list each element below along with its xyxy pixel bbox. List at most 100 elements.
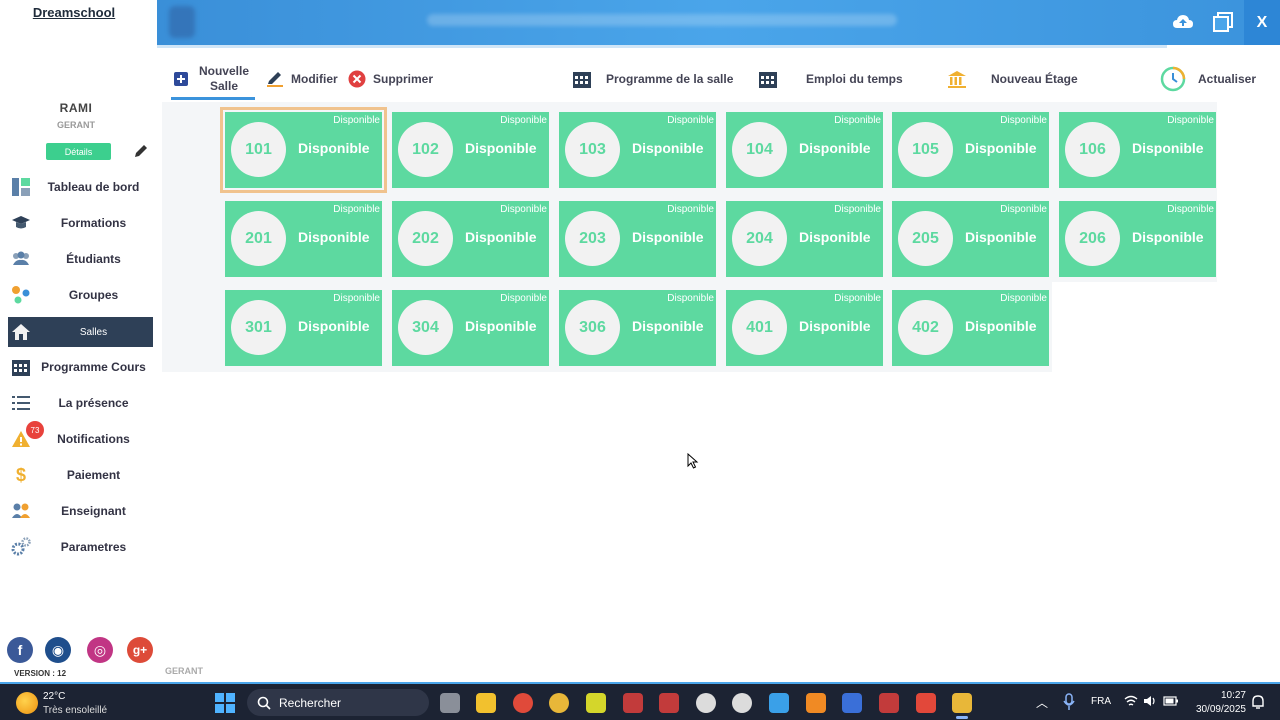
sidebar-item-programme-cours[interactable]: Programme Cours bbox=[8, 352, 153, 382]
room-card-202[interactable]: Disponible 202 Disponible bbox=[392, 201, 549, 277]
status-bar-role: GERANT bbox=[165, 666, 203, 676]
room-card-306[interactable]: Disponible 306 Disponible bbox=[559, 290, 716, 366]
input-language[interactable]: FRA bbox=[1091, 696, 1111, 707]
room-schedule-button[interactable]: Programme de la salle bbox=[572, 62, 733, 96]
start-tile bbox=[226, 693, 235, 702]
room-card-101[interactable]: Disponible 101 Disponible bbox=[220, 107, 387, 193]
sidebar-item-formations[interactable]: Formations bbox=[8, 208, 153, 238]
home-icon bbox=[10, 322, 32, 342]
app-link-icon[interactable] bbox=[696, 693, 716, 713]
sidebar-item-label: Parametres bbox=[60, 540, 127, 554]
room-card-204[interactable]: Disponible 204 Disponible bbox=[726, 201, 883, 277]
delete-label: Supprimer bbox=[373, 72, 434, 86]
app-play-2-icon[interactable] bbox=[806, 693, 826, 713]
details-button[interactable]: Détails bbox=[46, 143, 111, 160]
room-status: Disponible bbox=[965, 318, 1037, 334]
room-card-203[interactable]: Disponible 203 Disponible bbox=[559, 201, 716, 277]
app-red-icon[interactable] bbox=[916, 693, 936, 713]
app-chart-icon[interactable] bbox=[623, 693, 643, 713]
app-play-icon[interactable] bbox=[769, 693, 789, 713]
windev-icon[interactable] bbox=[952, 693, 972, 719]
refresh-button[interactable]: Actualiser bbox=[1160, 62, 1256, 96]
google-plus-icon[interactable]: g+ bbox=[127, 637, 153, 663]
sidebar-item-parametres[interactable]: Parametres bbox=[8, 532, 153, 562]
instagram-icon[interactable]: ◎ bbox=[87, 637, 113, 663]
clock-date[interactable]: 30/09/2025 bbox=[1188, 704, 1246, 715]
room-card-301[interactable]: Disponible 301 Disponible bbox=[225, 290, 382, 366]
microphone-icon[interactable] bbox=[1063, 693, 1075, 711]
room-status-tag: Disponible bbox=[667, 204, 714, 215]
version-label: VERSION : 12 bbox=[14, 669, 67, 678]
divider bbox=[157, 45, 1167, 48]
brand-name[interactable]: Dreamschool bbox=[0, 5, 148, 20]
room-card-103[interactable]: Disponible 103 Disponible bbox=[559, 112, 716, 188]
delete-button[interactable]: Supprimer bbox=[347, 62, 433, 96]
tray-chevron-up-icon[interactable]: ︿ bbox=[1036, 694, 1048, 711]
weather-temperature[interactable]: 22°C bbox=[43, 691, 65, 702]
edit-label: Modifier bbox=[291, 72, 338, 86]
sidebar-item-salles[interactable]: Salles bbox=[8, 317, 153, 347]
new-room-button[interactable]: Nouvelle Salle bbox=[171, 62, 255, 96]
sidebar-item-label: Tableau de bord bbox=[47, 180, 140, 194]
new-floor-button[interactable]: Nouveau Étage bbox=[947, 62, 1078, 96]
facebook-icon[interactable]: f bbox=[7, 637, 33, 663]
task-view-icon[interactable] bbox=[440, 693, 460, 713]
sidebar-item-enseignant[interactable]: Enseignant bbox=[8, 496, 153, 526]
dashboard-icon bbox=[10, 177, 32, 197]
cloud-upload-icon[interactable] bbox=[1172, 11, 1194, 33]
room-card-104[interactable]: Disponible 104 Disponible bbox=[726, 112, 883, 188]
speaker-icon[interactable] bbox=[1143, 694, 1157, 708]
room-card-205[interactable]: Disponible 205 Disponible bbox=[892, 201, 1049, 277]
app-link-2-icon[interactable] bbox=[732, 693, 752, 713]
notification-bell-icon[interactable] bbox=[1251, 694, 1265, 710]
website-icon[interactable]: ◉ bbox=[45, 637, 71, 663]
timetable-button[interactable]: Emploi du temps bbox=[758, 62, 903, 96]
add-square-icon bbox=[171, 69, 191, 89]
app-chart-2-icon[interactable] bbox=[659, 693, 679, 713]
app-24-icon[interactable] bbox=[586, 693, 606, 713]
app-chart-3-icon[interactable] bbox=[879, 693, 899, 713]
sidebar-item-label: Paiement bbox=[66, 468, 121, 482]
room-card-105[interactable]: Disponible 105 Disponible bbox=[892, 112, 1049, 188]
sidebar-item-paiement[interactable]: $ Paiement bbox=[8, 460, 153, 490]
sidebar-item-presence[interactable]: La présence bbox=[8, 388, 153, 418]
room-card-102[interactable]: Disponible 102 Disponible bbox=[392, 112, 549, 188]
window-restore-icon[interactable] bbox=[1212, 11, 1234, 33]
sidebar-item-groupes[interactable]: Groupes bbox=[8, 280, 153, 310]
title-bar: X bbox=[157, 0, 1280, 45]
close-button[interactable]: X bbox=[1244, 0, 1280, 45]
room-card-201[interactable]: Disponible 201 Disponible bbox=[225, 201, 382, 277]
room-number: 304 bbox=[398, 300, 453, 355]
windows-start-icon[interactable] bbox=[215, 693, 235, 713]
room-status-tag: Disponible bbox=[333, 115, 380, 126]
search-icon bbox=[257, 696, 271, 710]
room-card-304[interactable]: Disponible 304 Disponible bbox=[392, 290, 549, 366]
app-yellow-icon[interactable] bbox=[549, 693, 569, 713]
app-shield-icon[interactable] bbox=[842, 693, 862, 713]
room-card-401[interactable]: Disponible 401 Disponible bbox=[726, 290, 883, 366]
room-card-206[interactable]: Disponible 206 Disponible bbox=[1059, 201, 1216, 277]
room-card-402[interactable]: Disponible 402 Disponible bbox=[892, 290, 1049, 366]
start-tile bbox=[215, 704, 224, 713]
room-number: 203 bbox=[565, 211, 620, 266]
wifi-icon[interactable] bbox=[1124, 694, 1138, 708]
sidebar-item-label: Étudiants bbox=[66, 252, 121, 266]
file-explorer-icon[interactable] bbox=[476, 693, 496, 713]
chrome-icon[interactable] bbox=[513, 693, 533, 713]
clock-time[interactable]: 10:27 bbox=[1200, 690, 1246, 701]
taskbar-search[interactable]: Rechercher bbox=[247, 689, 429, 716]
edit-button[interactable]: Modifier bbox=[265, 62, 338, 96]
weather-sun-icon[interactable] bbox=[16, 692, 38, 714]
start-tile bbox=[226, 704, 235, 713]
weather-description[interactable]: Très ensoleillé bbox=[43, 705, 107, 716]
mouse-cursor-icon bbox=[687, 453, 699, 469]
sidebar-item-notifications[interactable]: 73 Notifications bbox=[8, 421, 153, 454]
room-status: Disponible bbox=[1132, 229, 1204, 245]
room-number: 402 bbox=[898, 300, 953, 355]
battery-icon[interactable] bbox=[1163, 695, 1179, 707]
timetable-label: Emploi du temps bbox=[806, 72, 903, 86]
edit-pencil-icon[interactable] bbox=[133, 143, 149, 159]
sidebar-item-etudiants[interactable]: Étudiants bbox=[8, 244, 153, 274]
sidebar-item-dashboard[interactable]: Tableau de bord bbox=[8, 172, 153, 202]
room-card-106[interactable]: Disponible 106 Disponible bbox=[1059, 112, 1216, 188]
